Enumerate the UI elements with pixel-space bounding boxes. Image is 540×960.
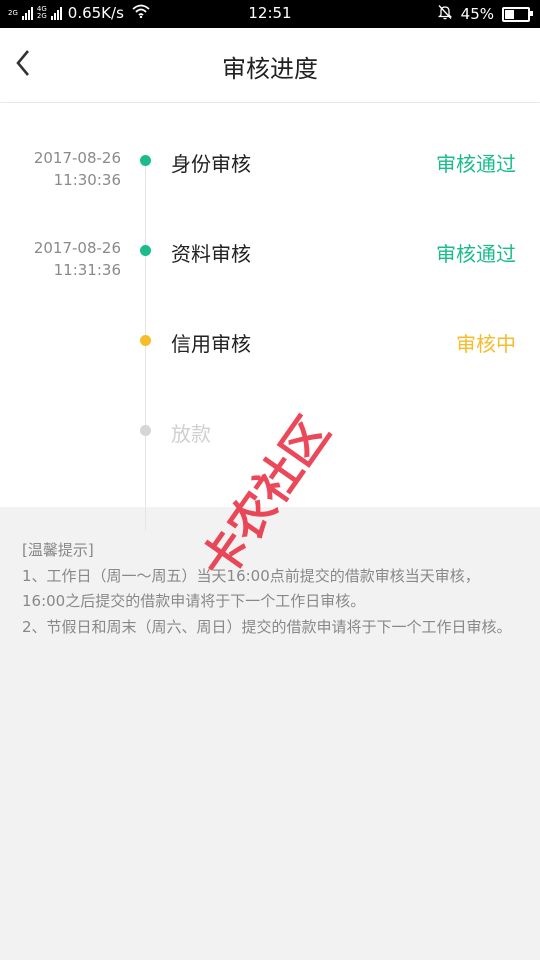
- step-time: 11:30:36: [53, 171, 121, 189]
- tips-notice: [温馨提示] 1、工作日（周一～周五）当天16:00点前提交的借款审核当天审核，…: [22, 538, 522, 640]
- step-dot-pending: [140, 425, 151, 436]
- step-dot-done: [140, 245, 151, 256]
- step-status: 审核通过: [436, 152, 516, 176]
- status-right: 45%: [437, 4, 533, 24]
- step-status: 审核通过: [436, 242, 516, 266]
- timeline-line: [145, 161, 146, 531]
- battery-icon: [502, 6, 533, 22]
- step-name: 身份审核: [171, 152, 251, 176]
- step-datetime: 2017-08-26 11:31:36: [0, 237, 121, 281]
- step-time: 11:31:36: [53, 261, 121, 279]
- tips-line-2: 2、节假日和周末（周六、周日）提交的借款申请将于下一个工作日审核。: [22, 617, 512, 636]
- step-name: 资料审核: [171, 242, 251, 266]
- step-name: 信用审核: [171, 332, 251, 356]
- mute-bell-icon: [437, 4, 453, 24]
- page-title: 审核进度: [222, 55, 318, 83]
- step-status: 审核中: [456, 332, 516, 356]
- step-date: 2017-08-26: [33, 239, 121, 257]
- status-bar: 2G 4G 2G 0.65K/s 12:51 45%: [0, 0, 540, 28]
- battery-percent: 45%: [460, 5, 494, 23]
- step-dot-done: [140, 155, 151, 166]
- step-dot-active: [140, 335, 151, 346]
- step-date: 2017-08-26: [33, 149, 121, 167]
- tips-line-1: 1、工作日（周一～周五）当天16:00点前提交的借款审核当天审核，16:00之后…: [22, 566, 480, 611]
- tips-title: [温馨提示]: [22, 541, 94, 559]
- nav-bar: 审核进度: [0, 28, 540, 102]
- progress-timeline: 2017-08-26 11:30:36 身份审核 审核通过 2017-08-26…: [0, 103, 540, 531]
- step-datetime: 2017-08-26 11:30:36: [0, 147, 121, 191]
- step-name: 放款: [171, 422, 211, 446]
